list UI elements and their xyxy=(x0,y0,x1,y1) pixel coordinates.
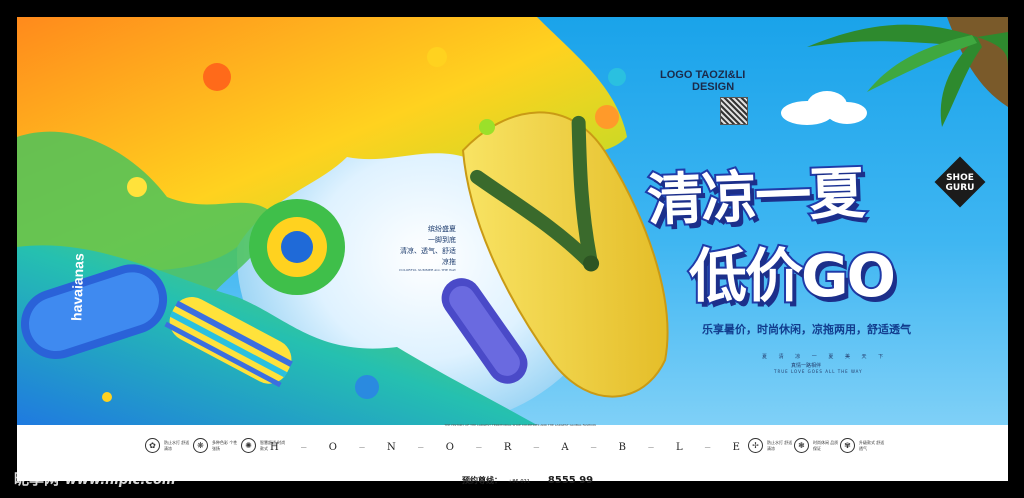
cloud xyxy=(781,91,867,125)
flower-icon: ✾ xyxy=(840,438,855,453)
poem-english: COLORFUL SUMMER ALL THE WAY xyxy=(399,268,456,272)
shoe-guru-badge: SHOE GURU xyxy=(934,156,986,208)
honor-letter: B xyxy=(618,442,627,453)
honor-letter: L xyxy=(676,442,683,453)
hotline: 预约尊线： +86-021 8555 99 xyxy=(462,475,593,486)
title-line-2: 低价GO xyxy=(687,240,898,312)
poem-line: 清凉、透气、舒适 xyxy=(400,247,456,255)
flower-icon: ✺ xyxy=(241,438,256,453)
flower-icon: ❃ xyxy=(794,438,809,453)
flower-icon: ✢ xyxy=(748,438,763,453)
feature-text: 时尚休闲 品质保证 xyxy=(813,439,839,451)
feature-item: ❃ 时尚休闲 品质保证 xyxy=(794,438,839,453)
feature-item: ✿ 防止水打 舒适清凉 xyxy=(145,438,190,453)
feature-item: ✢ 防止水打 舒适清凉 xyxy=(748,438,793,453)
honor-letter: O xyxy=(328,442,337,453)
logo-line-1: LOGO TAOZI&LI xyxy=(660,69,746,81)
poem-line: 凉拖 xyxy=(442,258,456,266)
small-english: TRUE LOVE GOES ALL THE WAY xyxy=(774,369,863,374)
feature-text: 升级款式 舒适透气 xyxy=(859,439,885,451)
logo-line-2: DESIGN xyxy=(692,81,735,93)
title-line-1: 清凉一夏 xyxy=(644,159,866,235)
honor-letter: O xyxy=(445,442,454,453)
hotline-prefix: +86-021 xyxy=(508,479,530,485)
hotline-label: 预约尊线： xyxy=(462,476,502,485)
poem-line: 一脚到底 xyxy=(428,236,456,244)
watermark-url: www.nipic.com xyxy=(65,473,176,488)
honor-letter: A xyxy=(561,442,569,453)
feature-item: ❋ 多种色彩 个性张扬 xyxy=(193,438,238,453)
feature-text: 防止水打 舒适清凉 xyxy=(767,439,793,451)
poster: havaianas LOGO TAOZI&LI DESIGN SHOE GURU… xyxy=(17,17,1008,481)
honor-english: THE HISTORY OF THE LARGEST TERRITORIAL S… xyxy=(444,423,596,427)
feature-item: ✾ 升级款式 舒适透气 xyxy=(840,438,885,453)
small-chars: 夏 清 凉 一 夏 美 天 下 xyxy=(762,354,889,360)
design-logo: LOGO TAOZI&LI DESIGN xyxy=(660,69,745,93)
honor-letter: N xyxy=(386,442,396,453)
badge-line-1: SHOE xyxy=(946,173,974,183)
small-tagline: 真情一路相伴 xyxy=(791,363,822,369)
hotline-number: 8555 99 xyxy=(547,475,594,486)
watermark-site: 昵享网 www.nipic.com xyxy=(14,468,175,489)
honor-letter: R xyxy=(503,442,512,453)
watermark-id: ID:9885883 NO:20180328061052599035 xyxy=(779,468,1008,481)
poem-line: 缤纷盛夏 xyxy=(428,225,456,233)
watermark-site-name: 昵享网 xyxy=(14,470,60,488)
feature-item: ✺ 智慧舒适 时尚款式 xyxy=(241,438,286,453)
slogan: 乐享暑价，时尚休闲，凉拖两用，舒适透气 xyxy=(702,323,911,336)
flower-icon: ❋ xyxy=(193,438,208,453)
feature-text: 多种色彩 个性张扬 xyxy=(212,439,238,451)
svg-text:havaianas: havaianas xyxy=(68,253,86,321)
poem-block: 缤纷盛夏 一脚到底 清凉、透气、舒适 凉拖 COLORFUL SUMMER AL… xyxy=(366,224,456,273)
flower-icon: ✿ xyxy=(145,438,160,453)
feature-text: 防止水打 舒适清凉 xyxy=(164,439,190,451)
honorable-row: H — O — N — O — R — A — B — L — E xyxy=(270,442,740,453)
badge-line-2: GURU xyxy=(946,183,975,193)
honor-letter: E xyxy=(732,442,740,453)
feature-text: 智慧舒适 时尚款式 xyxy=(260,439,286,451)
qr-code xyxy=(720,97,748,125)
